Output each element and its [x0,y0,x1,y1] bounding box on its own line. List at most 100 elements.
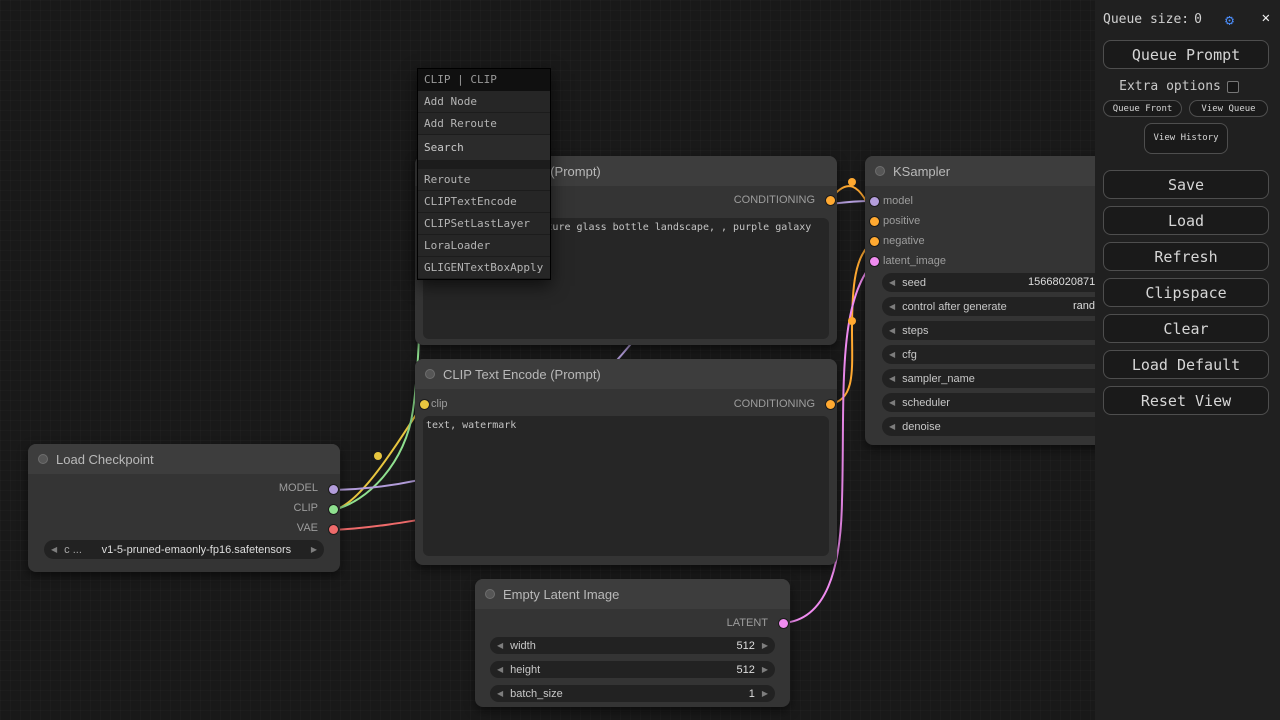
refresh-button[interactable]: Refresh [1103,242,1269,271]
view-queue-button[interactable]: View Queue [1189,100,1268,117]
arrow-left-icon[interactable]: ◀ [889,351,895,359]
menu-item-gligentextboxapply[interactable]: GLIGENTextBoxApply [418,257,550,279]
arrow-right-icon[interactable]: ▶ [311,546,317,554]
collapse-dot-icon[interactable] [425,369,435,379]
clip-input-dot[interactable] [420,400,429,409]
load-default-button[interactable]: Load Default [1103,350,1269,379]
arrow-left-icon[interactable]: ◀ [497,666,503,674]
node-header[interactable]: CLIP Text Encode (Prompt) [415,359,837,389]
output-label-latent: LATENT [727,617,768,630]
widget-label: control after generate [902,301,1007,313]
arrow-right-icon[interactable]: ▶ [762,690,768,698]
output-label-vae: VAE [297,522,318,535]
node-graph-canvas[interactable]: Load Checkpoint MODEL CLIP VAE ◀ c ... v… [0,0,1280,720]
widget-label: batch_size [510,688,563,700]
save-button[interactable]: Save [1103,170,1269,199]
widget-label: sampler_name [902,373,975,385]
prompt-textarea[interactable]: text, watermark [423,416,829,556]
wire-drag-link [333,274,421,510]
wire-midpoint-dot-positive [848,178,856,186]
menu-item-clipsetlastlayer[interactable]: CLIPSetLastLayer [418,213,550,235]
collapse-dot-icon[interactable] [875,166,885,176]
queue-count: 0 [1194,12,1202,27]
widget-label: height [510,664,540,676]
negative-input-dot[interactable] [870,237,879,246]
conditioning-output-dot[interactable] [826,196,835,205]
arrow-left-icon[interactable]: ◀ [889,279,895,287]
arrow-left-icon[interactable]: ◀ [497,642,503,650]
load-button[interactable]: Load [1103,206,1269,235]
menu-item-reroute[interactable]: Reroute [418,169,550,191]
queue-front-button[interactable]: Queue Front [1103,100,1182,117]
settings-gear-icon[interactable]: ⚙ [1225,11,1234,29]
widget-label: scheduler [902,397,950,409]
arrow-left-icon[interactable]: ◀ [889,303,895,311]
clear-button[interactable]: Clear [1103,314,1269,343]
arrow-right-icon[interactable]: ▶ [762,642,768,650]
output-label-conditioning: CONDITIONING [734,194,815,207]
collapse-dot-icon[interactable] [485,589,495,599]
model-output-dot[interactable] [329,485,338,494]
menu-item-add-node[interactable]: Add Node [418,91,550,113]
menu-item-add-reroute[interactable]: Add Reroute [418,113,550,135]
arrow-left-icon[interactable]: ◀ [889,423,895,431]
output-label-conditioning: CONDITIONING [734,398,815,411]
batch-size-widget[interactable]: ◀ batch_size 1 ▶ [490,685,775,702]
width-widget[interactable]: ◀ width 512 ▶ [490,637,775,654]
height-widget[interactable]: ◀ height 512 ▶ [490,661,775,678]
latent-output-dot[interactable] [779,619,788,628]
menu-item-search[interactable]: Search [418,135,550,161]
arrow-left-icon[interactable]: ◀ [889,399,895,407]
clipspace-button[interactable]: Clipspace [1103,278,1269,307]
ckpt-name-widget[interactable]: ◀ c ... v1-5-pruned-emaonly-fp16.safeten… [44,540,324,559]
arrow-left-icon[interactable]: ◀ [51,546,57,554]
main-menu-panel: Queue size:0 ⚙ ✕ Queue Prompt Extra opti… [1095,0,1280,720]
output-label-clip: CLIP [294,502,318,515]
input-label-latent-image: latent_image [883,255,946,268]
reset-view-button[interactable]: Reset View [1103,386,1269,415]
arrow-right-icon[interactable]: ▶ [762,666,768,674]
widget-label: seed [902,277,926,289]
context-menu: CLIP | CLIP Add Node Add Reroute Search … [417,68,551,280]
widget-label: width [510,640,536,652]
clip-output-dot[interactable] [329,505,338,514]
widget-label: cfg [902,349,917,361]
vae-output-dot[interactable] [329,525,338,534]
node-clip-text-encode-bottom[interactable]: CLIP Text Encode (Prompt) clip CONDITION… [415,359,837,565]
widget-label: c ... [64,544,82,556]
widget-value: 512 [736,640,754,652]
output-label-model: MODEL [279,482,318,495]
widget-value: 512 [736,664,754,676]
widget-value: v1-5-pruned-emaonly-fp16.safetensors [82,544,311,556]
widget-value: 15668020871 [1028,276,1095,288]
collapse-dot-icon[interactable] [38,454,48,464]
node-header[interactable]: Load Checkpoint [28,444,340,474]
view-history-button[interactable]: View History [1144,123,1228,154]
conditioning-output-dot[interactable] [826,400,835,409]
wire-midpoint-dot-negative [848,317,856,325]
positive-input-dot[interactable] [870,217,879,226]
wire-midpoint-dot-clip [374,452,382,460]
context-menu-title: CLIP | CLIP [418,69,550,91]
model-input-dot[interactable] [870,197,879,206]
extra-options-label: Extra options [1119,79,1221,94]
close-icon[interactable]: ✕ [1262,10,1270,26]
queue-prompt-button[interactable]: Queue Prompt [1103,40,1269,69]
node-title: KSampler [893,164,950,179]
input-label-clip: clip [431,398,448,411]
extra-options-checkbox[interactable] [1227,81,1239,93]
node-empty-latent-image[interactable]: Empty Latent Image LATENT ◀ width 512 ▶ … [475,579,790,707]
arrow-left-icon[interactable]: ◀ [889,327,895,335]
widget-label: steps [902,325,928,337]
queue-size-label: Queue size:0 [1103,12,1202,27]
arrow-left-icon[interactable]: ◀ [889,375,895,383]
menu-item-loraloader[interactable]: LoraLoader [418,235,550,257]
arrow-left-icon[interactable]: ◀ [497,690,503,698]
extra-options-row: Extra options [1095,79,1263,94]
node-load-checkpoint[interactable]: Load Checkpoint MODEL CLIP VAE ◀ c ... v… [28,444,340,572]
menu-item-cliptextencode[interactable]: CLIPTextEncode [418,191,550,213]
input-label-model: model [883,195,913,208]
node-title: Load Checkpoint [56,452,154,467]
node-header[interactable]: Empty Latent Image [475,579,790,609]
latent-image-input-dot[interactable] [870,257,879,266]
